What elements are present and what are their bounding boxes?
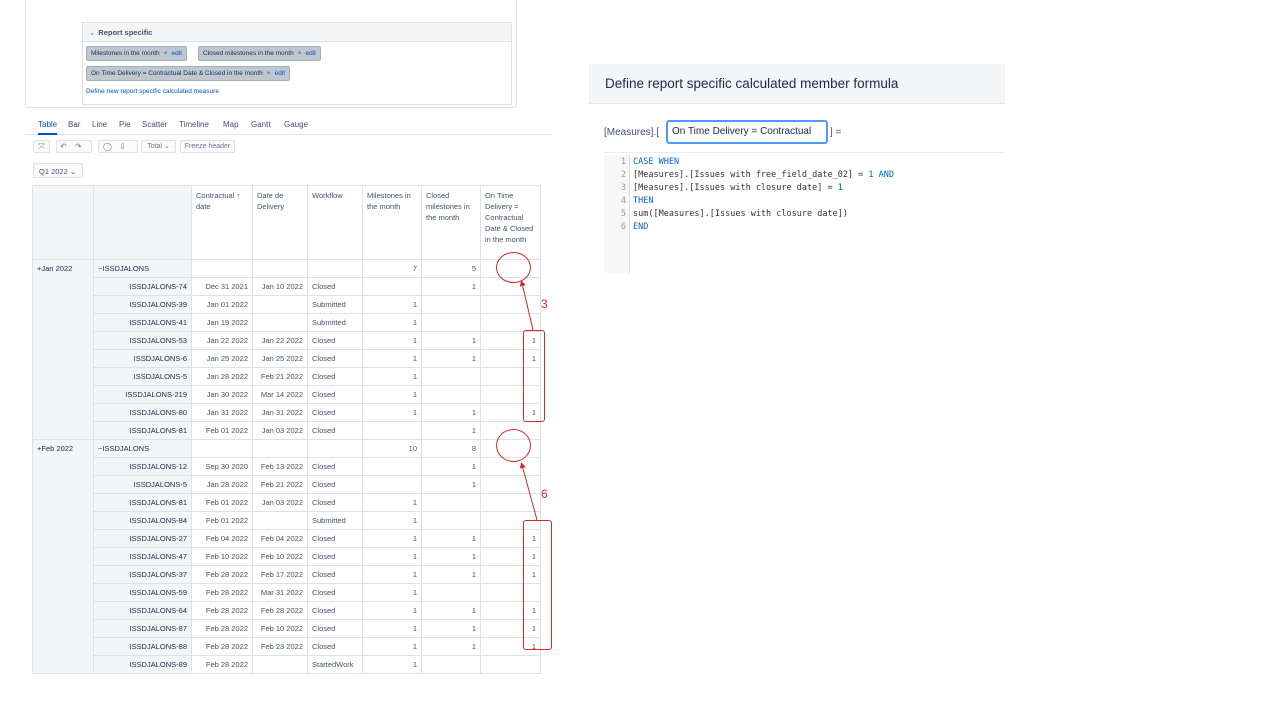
code-token: AND — [873, 170, 895, 180]
code-token: [Measures].[Issues with free_field_date_… — [633, 170, 869, 180]
code-line: THEN — [633, 196, 653, 206]
code-line: END — [633, 222, 648, 232]
code-line: sum([Measures].[Issues with closure date… — [633, 209, 848, 219]
line-number: 5 — [620, 209, 626, 219]
line-number: 1 — [620, 157, 626, 167]
annotation-arrow-feb — [519, 462, 538, 521]
annotation-arrows — [519, 280, 538, 521]
formula-prefix: [Measures].[ — [604, 127, 660, 138]
formula-suffix: ] = — [830, 127, 842, 138]
line-number: 4 — [620, 196, 626, 206]
code-line: [Measures].[Issues with free_field_date_… — [633, 170, 894, 180]
code-token: sum([Measures].[Issues with closure date… — [633, 209, 848, 219]
code-line: CASE WHEN — [633, 157, 679, 167]
code-token: END — [633, 222, 649, 232]
line-number: 2 — [620, 170, 626, 180]
measure-name-input[interactable]: On Time Delivery = Contractual — [666, 120, 828, 144]
line-number: 6 — [620, 222, 626, 232]
code-token: 1 — [837, 183, 843, 193]
code-divider — [604, 152, 1005, 153]
formula-dialog-header: Define report specific calculated member… — [589, 64, 1005, 104]
code-token: [Measures].[Issues with closure date] = — [633, 183, 838, 193]
code-token: CASE WHEN — [633, 157, 680, 167]
code-token: THEN — [633, 196, 654, 206]
code-line: [Measures].[Issues with closure date] = … — [633, 183, 843, 193]
annotation-arrow-jan — [519, 280, 534, 331]
formula-dialog-title: Define report specific calculated member… — [605, 76, 899, 91]
line-number: 3 — [620, 183, 626, 193]
